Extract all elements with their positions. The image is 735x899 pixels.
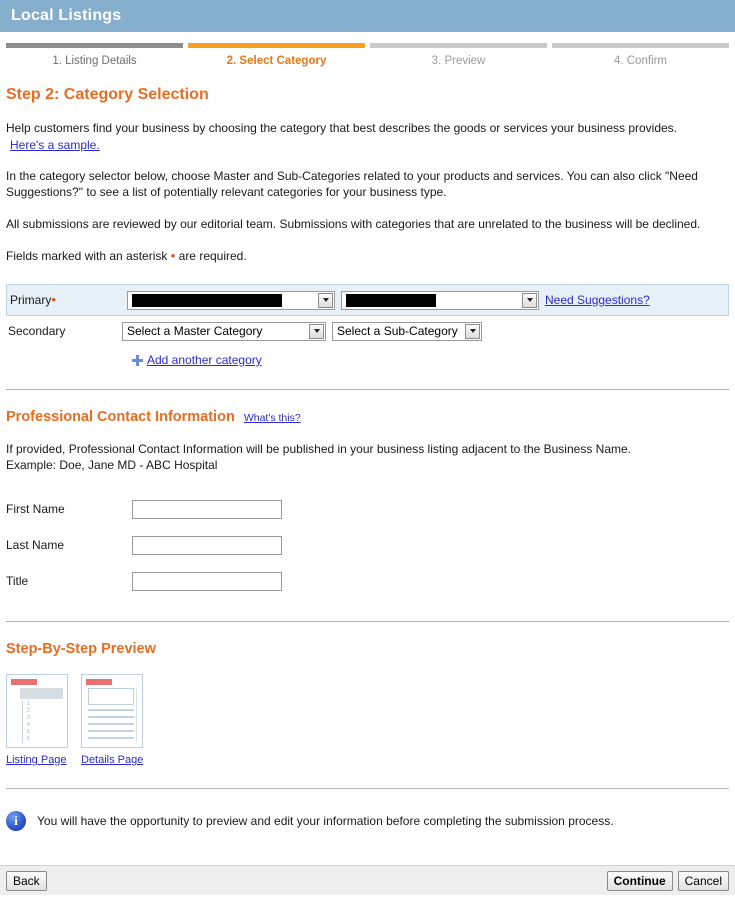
add-another-category-row[interactable]: Add another category <box>132 353 729 367</box>
last-name-row: Last Name <box>6 527 729 563</box>
section-divider <box>6 788 729 789</box>
section-divider <box>6 389 729 390</box>
footer-action-bar: Back Continue Cancel <box>0 865 735 895</box>
secondary-master-category-value: Select a Master Category <box>127 324 263 338</box>
professional-contact-description: If provided, Professional Contact Inform… <box>6 441 729 473</box>
intro-paragraph-1: Help customers find your business by cho… <box>6 121 678 135</box>
last-name-field[interactable] <box>132 535 282 555</box>
required-asterisk-icon: • <box>170 248 176 263</box>
app-header: Local Listings <box>0 0 735 32</box>
section-divider <box>6 621 729 622</box>
info-notice: You will have the opportunity to preview… <box>6 811 729 831</box>
chevron-down-icon[interactable] <box>309 323 324 339</box>
listing-page-thumb-cell: 1 2 3 4 5 6 Listing Page <box>6 674 68 766</box>
cancel-button[interactable]: Cancel <box>677 870 729 891</box>
listing-page-caption: Listing Page <box>6 754 68 766</box>
need-suggestions-link[interactable]: Need Suggestions? <box>545 293 650 307</box>
first-name-label: First Name <box>6 502 65 516</box>
required-fields-note: Fields marked with an asterisk • are req… <box>6 248 729 264</box>
thumbnail-result-row: 4 <box>27 722 30 728</box>
secondary-category-row: Secondary Select a Master Category Selec… <box>6 316 729 346</box>
thumbnail-result-row: 2 <box>27 708 30 714</box>
title-label: Title <box>6 574 29 588</box>
thumbnail-result-row: 3 <box>27 715 30 721</box>
step-label: 1. Listing Details <box>52 55 137 67</box>
thumbnail-detail-box <box>88 688 134 705</box>
primary-label: Primary• <box>7 293 127 307</box>
listing-page-link[interactable]: Listing Page <box>6 754 67 766</box>
plus-icon <box>132 354 143 366</box>
chevron-down-icon[interactable] <box>465 323 480 339</box>
preview-title-text: Step-By-Step Preview <box>6 641 156 657</box>
thumbnail-result-row: 5 <box>27 729 30 735</box>
brand-logo-icon <box>86 679 112 685</box>
brand-logo-icon <box>11 679 37 685</box>
primary-category-row: Primary• Need Suggestions? <box>6 284 729 316</box>
preview-thumbnails: 1 2 3 4 5 6 Listing Page Details Page <box>6 674 729 766</box>
details-page-thumbnail[interactable] <box>81 674 143 748</box>
step-label: 3. Preview <box>431 55 486 67</box>
first-name-field[interactable] <box>132 499 282 519</box>
title-row: Title <box>6 563 729 599</box>
secondary-master-category-select[interactable]: Select a Master Category <box>122 321 326 341</box>
add-another-category-link[interactable]: Add another category <box>147 353 262 367</box>
step-item-select-category[interactable]: 2. Select Category <box>188 43 365 67</box>
listing-page-thumbnail[interactable]: 1 2 3 4 5 6 <box>6 674 68 748</box>
step-item-listing-details[interactable]: 1. Listing Details <box>6 43 183 67</box>
back-button[interactable]: Back <box>6 870 47 891</box>
step-item-preview[interactable]: 3. Preview <box>370 43 547 67</box>
secondary-label: Secondary <box>8 324 66 338</box>
whats-this-link[interactable]: What's this? <box>244 412 301 424</box>
sample-link-wrap: Here's a sample. <box>10 138 729 152</box>
thumbnail-result-row: 1 <box>27 701 30 707</box>
first-name-row: First Name <box>6 491 729 527</box>
details-page-thumb-cell: Details Page <box>81 674 143 766</box>
step-progress: 1. Listing Details 2. Select Category 3.… <box>0 43 735 67</box>
last-name-label: Last Name <box>6 538 65 552</box>
redaction-bar <box>132 293 282 307</box>
chevron-down-icon[interactable] <box>522 292 537 308</box>
required-note-before: Fields marked with an asterisk <box>6 249 168 263</box>
secondary-sub-category-value: Select a Sub-Category <box>337 324 458 338</box>
thumbnail-sidebar-rule <box>136 689 137 742</box>
app-title: Local Listings <box>11 7 122 24</box>
step-item-confirm[interactable]: 4. Confirm <box>552 43 729 67</box>
professional-contact-title-text: Professional Contact Information <box>6 409 235 425</box>
heres-a-sample-link[interactable]: Here's a sample. <box>10 138 100 152</box>
thumbnail-result-row: 6 <box>27 736 30 742</box>
primary-label-text: Primary <box>10 293 52 307</box>
primary-sub-category-select[interactable] <box>341 290 539 310</box>
professional-contact-section-title: Professional Contact Information What's … <box>6 409 729 425</box>
page-content: Step 2: Category Selection Help customer… <box>0 86 735 831</box>
title-field[interactable] <box>132 571 282 591</box>
intro-paragraph-2: In the category selector below, choose M… <box>6 169 698 199</box>
continue-button[interactable]: Continue <box>606 870 673 891</box>
step-label: 4. Confirm <box>613 55 668 67</box>
step-label: 2. Select Category <box>226 55 327 67</box>
redaction-bar <box>346 293 436 307</box>
intro-paragraph-3: All submissions are reviewed by our edit… <box>6 217 701 231</box>
thumbnail-banner <box>20 688 63 699</box>
secondary-sub-category-select[interactable]: Select a Sub-Category <box>332 321 482 341</box>
page-title: Step 2: Category Selection <box>6 86 209 103</box>
category-selector: Primary• Need Suggestions? Secondary Sel… <box>6 284 729 367</box>
thumbnail-result-list: 1 2 3 4 5 6 <box>22 701 63 743</box>
professional-contact-description-line1: If provided, Professional Contact Inform… <box>6 442 632 456</box>
primary-master-category-select[interactable] <box>127 290 335 310</box>
primary-required-asterisk-icon: • <box>51 292 56 307</box>
preview-section-title: Step-By-Step Preview <box>6 641 729 657</box>
chevron-down-icon[interactable] <box>318 292 333 308</box>
required-note-after: are required. <box>178 249 247 263</box>
professional-contact-fields: First Name Last Name Title <box>6 491 729 599</box>
thumbnail-text-lines <box>88 709 134 739</box>
details-page-link[interactable]: Details Page <box>81 754 143 766</box>
details-page-caption: Details Page <box>81 754 143 766</box>
professional-contact-description-line2: Example: Doe, Jane MD - ABC Hospital <box>6 458 218 472</box>
info-icon <box>6 811 26 831</box>
info-notice-text: You will have the opportunity to preview… <box>37 814 614 828</box>
